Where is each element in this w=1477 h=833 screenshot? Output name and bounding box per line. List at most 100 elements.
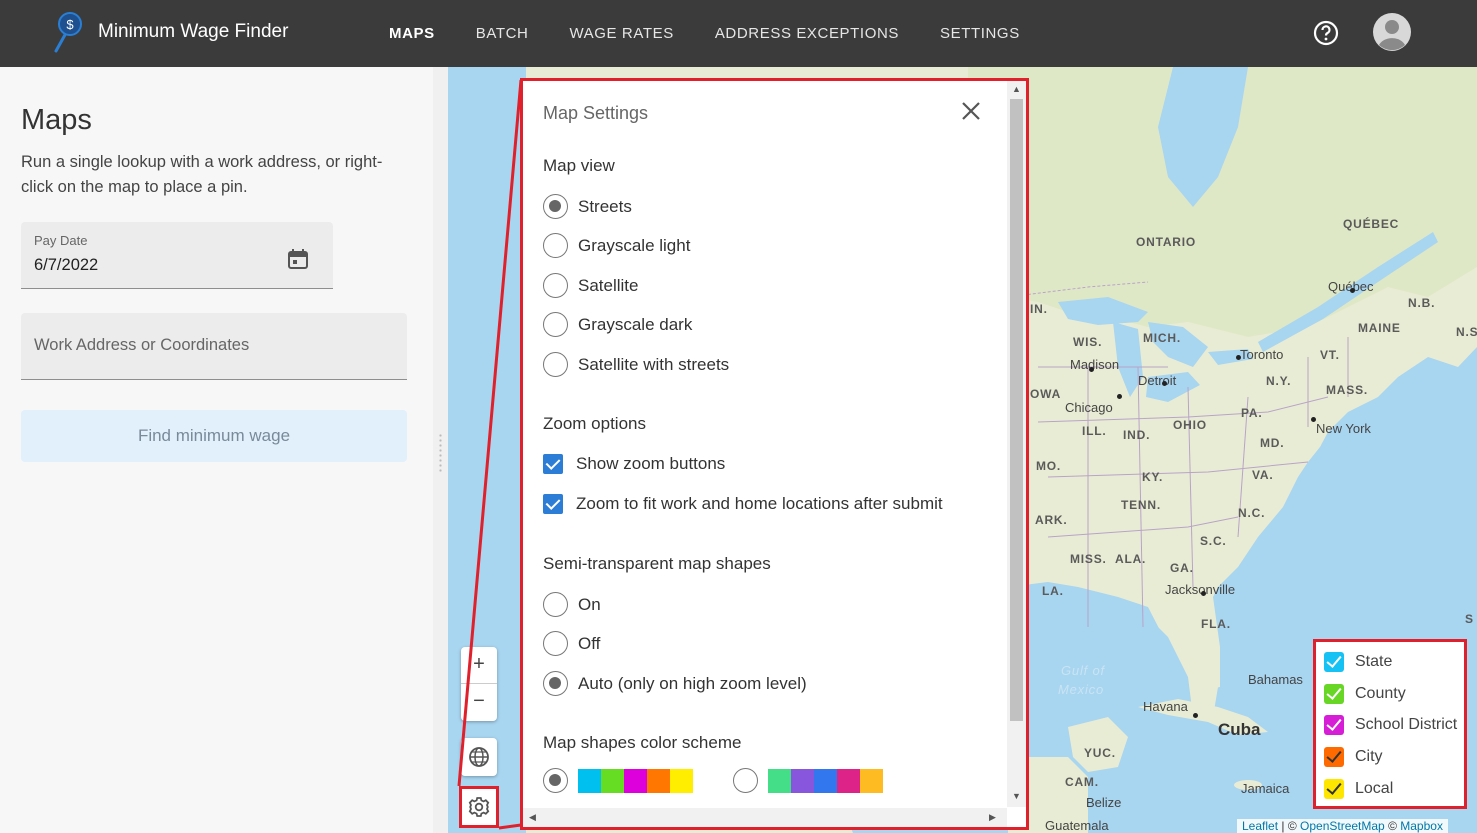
radio-button[interactable] [543, 671, 568, 696]
legend-label: School District [1355, 716, 1458, 733]
semi-transparent-off[interactable]: Off [543, 631, 600, 656]
radio-button[interactable] [543, 631, 568, 656]
map-pin-dollar-icon[interactable]: $ [50, 11, 84, 53]
zoom-control: + − [461, 647, 497, 721]
find-minimum-wage-button[interactable]: Find minimum wage [21, 410, 407, 462]
scroll-right-icon[interactable]: ▶ [989, 812, 996, 823]
pay-date-label: Pay Date [34, 233, 88, 248]
map-label: Havana [1143, 699, 1188, 714]
color-swatches [578, 768, 693, 793]
top-app-bar: $ Minimum Wage Finder MAPS BATCH WAGE RA… [0, 0, 1477, 67]
legend-checkbox[interactable] [1324, 747, 1344, 767]
work-address-input[interactable]: Work Address or Coordinates [34, 336, 249, 355]
map-view-streets[interactable]: Streets [543, 194, 632, 219]
map-label: PA. [1241, 406, 1263, 420]
radio-button[interactable] [543, 352, 568, 377]
option-label: Off [578, 633, 601, 653]
color-scheme-2[interactable] [733, 768, 883, 793]
legend-checkbox[interactable] [1324, 779, 1344, 799]
legend-local[interactable]: Local [1324, 779, 1393, 799]
app-title[interactable]: Minimum Wage Finder [98, 21, 288, 43]
mapbox-link[interactable]: Mapbox [1400, 819, 1443, 833]
map-label: MASS. [1326, 383, 1369, 397]
map-view-satellite-streets[interactable]: Satellite with streets [543, 352, 729, 377]
map-label: MD. [1260, 436, 1285, 450]
map-view-satellite[interactable]: Satellite [543, 273, 638, 298]
show-zoom-buttons-option[interactable]: Show zoom buttons [543, 454, 725, 474]
legend-checkbox[interactable] [1324, 652, 1344, 672]
boundary-legend: State County School District City Local [1313, 639, 1467, 809]
globe-button[interactable] [461, 738, 497, 776]
map-label: N.Y. [1266, 374, 1292, 388]
map-label: QUÉBEC [1343, 217, 1400, 231]
legend-school-district[interactable]: School District [1324, 715, 1457, 735]
horizontal-scrollbar[interactable]: ◀ ▶ [523, 808, 1007, 827]
scroll-thumb[interactable] [1010, 99, 1023, 721]
radio-button[interactable] [543, 312, 568, 337]
close-icon[interactable] [960, 100, 982, 122]
radio-button[interactable] [543, 768, 568, 793]
scroll-down-icon[interactable]: ▼ [1012, 791, 1021, 801]
help-circle-icon[interactable] [1313, 20, 1339, 46]
swatch [837, 768, 860, 793]
map-label: MISS. [1070, 552, 1107, 566]
radio-button[interactable] [543, 273, 568, 298]
radio-button[interactable] [543, 592, 568, 617]
zoom-out-button[interactable]: − [461, 684, 497, 721]
map-view-grayscale-light[interactable]: Grayscale light [543, 233, 690, 258]
city-marker [1201, 591, 1206, 596]
zoom-in-button[interactable]: + [461, 647, 497, 684]
map-label: Mexico [1058, 682, 1104, 697]
map-label: N.S [1456, 325, 1477, 339]
map-label: WIS. [1073, 335, 1103, 349]
nav-settings[interactable]: SETTINGS [940, 25, 1020, 42]
radio-button[interactable] [543, 233, 568, 258]
pay-date-field[interactable]: Pay Date 6/7/2022 [21, 222, 333, 289]
resize-grip-icon[interactable] [438, 433, 443, 473]
legend-checkbox[interactable] [1324, 684, 1344, 704]
map-label: VT. [1320, 348, 1340, 362]
city-marker [1236, 355, 1241, 360]
scroll-up-icon[interactable]: ▲ [1012, 84, 1021, 94]
leaflet-link[interactable]: Leaflet [1242, 819, 1278, 833]
swatch [601, 768, 624, 793]
map-label: GA. [1170, 561, 1194, 575]
vertical-scrollbar[interactable]: ▲ ▼ [1007, 81, 1026, 807]
legend-county[interactable]: County [1324, 684, 1406, 704]
zoom-to-fit-option[interactable]: Zoom to fit work and home locations afte… [543, 494, 943, 514]
semi-transparent-on[interactable]: On [543, 592, 601, 617]
city-marker [1089, 367, 1094, 372]
attribution-separator: | © [1281, 819, 1297, 833]
work-address-field[interactable]: Work Address or Coordinates [21, 313, 407, 380]
color-swatches [768, 768, 883, 793]
option-label: Grayscale dark [578, 314, 693, 334]
radio-button[interactable] [733, 768, 758, 793]
nav-batch[interactable]: BATCH [476, 25, 529, 42]
page-title: Maps [21, 104, 92, 136]
checkbox[interactable] [543, 494, 563, 514]
map-view-grayscale-dark[interactable]: Grayscale dark [543, 312, 692, 337]
color-scheme-1[interactable] [543, 768, 693, 793]
legend-label: City [1355, 748, 1383, 765]
pay-date-value[interactable]: 6/7/2022 [34, 256, 98, 275]
map-label: Chicago [1065, 400, 1113, 415]
user-avatar-icon[interactable] [1373, 13, 1411, 51]
scroll-left-icon[interactable]: ◀ [529, 812, 536, 823]
map-label: TENN. [1121, 498, 1161, 512]
semi-transparent-auto[interactable]: Auto (only on high zoom level) [543, 671, 807, 696]
map-label: MAINE [1358, 321, 1401, 335]
nav-maps[interactable]: MAPS [389, 25, 435, 42]
radio-button[interactable] [543, 194, 568, 219]
nav-address-exceptions[interactable]: ADDRESS EXCEPTIONS [715, 25, 899, 42]
map-label: Belize [1086, 795, 1122, 810]
checkbox[interactable] [543, 454, 563, 474]
map-label: Toronto [1240, 347, 1284, 362]
osm-link[interactable]: OpenStreetMap [1300, 819, 1385, 833]
calendar-icon[interactable] [287, 248, 309, 270]
legend-checkbox[interactable] [1324, 715, 1344, 735]
map-settings-button[interactable] [459, 786, 499, 828]
nav-wage-rates[interactable]: WAGE RATES [569, 25, 673, 42]
legend-state[interactable]: State [1324, 652, 1392, 672]
map-label: New York [1316, 421, 1371, 436]
legend-city[interactable]: City [1324, 747, 1383, 767]
